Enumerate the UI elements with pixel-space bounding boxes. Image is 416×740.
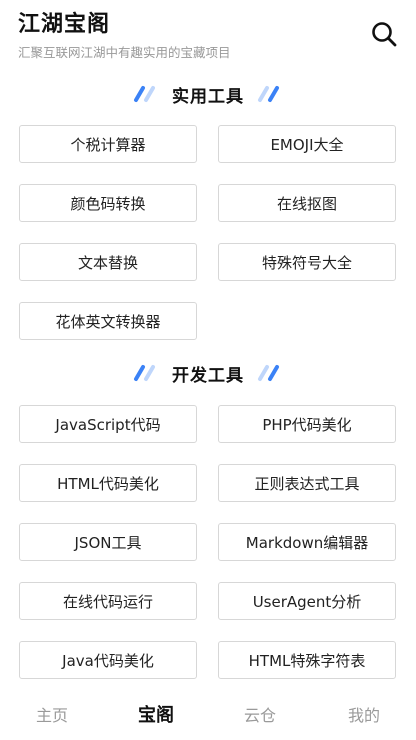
- tool-button[interactable]: HTML代码美化: [19, 464, 197, 502]
- tool-button[interactable]: 花体英文转换器: [19, 302, 197, 340]
- section-title: 实用工具: [172, 86, 244, 107]
- tool-button[interactable]: JSON工具: [19, 523, 197, 561]
- app-root: 江湖宝阁 汇聚互联网江湖中有趣实用的宝藏项目 实用工具 个税计算器 EMOJI大…: [0, 0, 416, 740]
- tool-button[interactable]: 正则表达式工具: [218, 464, 396, 502]
- search-icon[interactable]: [370, 20, 398, 48]
- slash-decoration-icon: [258, 86, 279, 102]
- slash-decoration-icon: [258, 365, 279, 381]
- tool-button[interactable]: Java代码美化: [19, 641, 197, 679]
- tab-mine[interactable]: 我的: [312, 688, 416, 740]
- section-header-dev: 开发工具: [0, 358, 416, 388]
- slash-decoration-icon: [134, 86, 155, 102]
- app-title: 江湖宝阁: [18, 12, 111, 37]
- tool-button[interactable]: HTML特殊字符表: [218, 641, 396, 679]
- slash-decoration-icon: [134, 365, 155, 381]
- tool-button[interactable]: 个税计算器: [19, 125, 197, 163]
- tool-button[interactable]: 颜色码转换: [19, 184, 197, 222]
- tool-button[interactable]: 文本替换: [19, 243, 197, 281]
- tab-home[interactable]: 主页: [0, 688, 104, 740]
- tab-treasure[interactable]: 宝阁: [104, 688, 208, 740]
- bottom-tab-bar: 主页 宝阁 云仓 我的: [0, 688, 416, 740]
- tool-button[interactable]: UserAgent分析: [218, 582, 396, 620]
- tool-button[interactable]: 特殊符号大全: [218, 243, 396, 281]
- tool-button[interactable]: JavaScript代码: [19, 405, 197, 443]
- section-title: 开发工具: [172, 365, 244, 386]
- tool-button[interactable]: 在线代码运行: [19, 582, 197, 620]
- app-subtitle: 汇聚互联网江湖中有趣实用的宝藏项目: [18, 45, 231, 60]
- tab-cloud[interactable]: 云仓: [208, 688, 312, 740]
- tool-button[interactable]: 在线抠图: [218, 184, 396, 222]
- section-header-practical: 实用工具: [0, 79, 416, 109]
- header: 江湖宝阁 汇聚互联网江湖中有趣实用的宝藏项目: [18, 8, 398, 70]
- tool-button[interactable]: EMOJI大全: [218, 125, 396, 163]
- tool-button[interactable]: PHP代码美化: [218, 405, 396, 443]
- tool-button[interactable]: Markdown编辑器: [218, 523, 396, 561]
